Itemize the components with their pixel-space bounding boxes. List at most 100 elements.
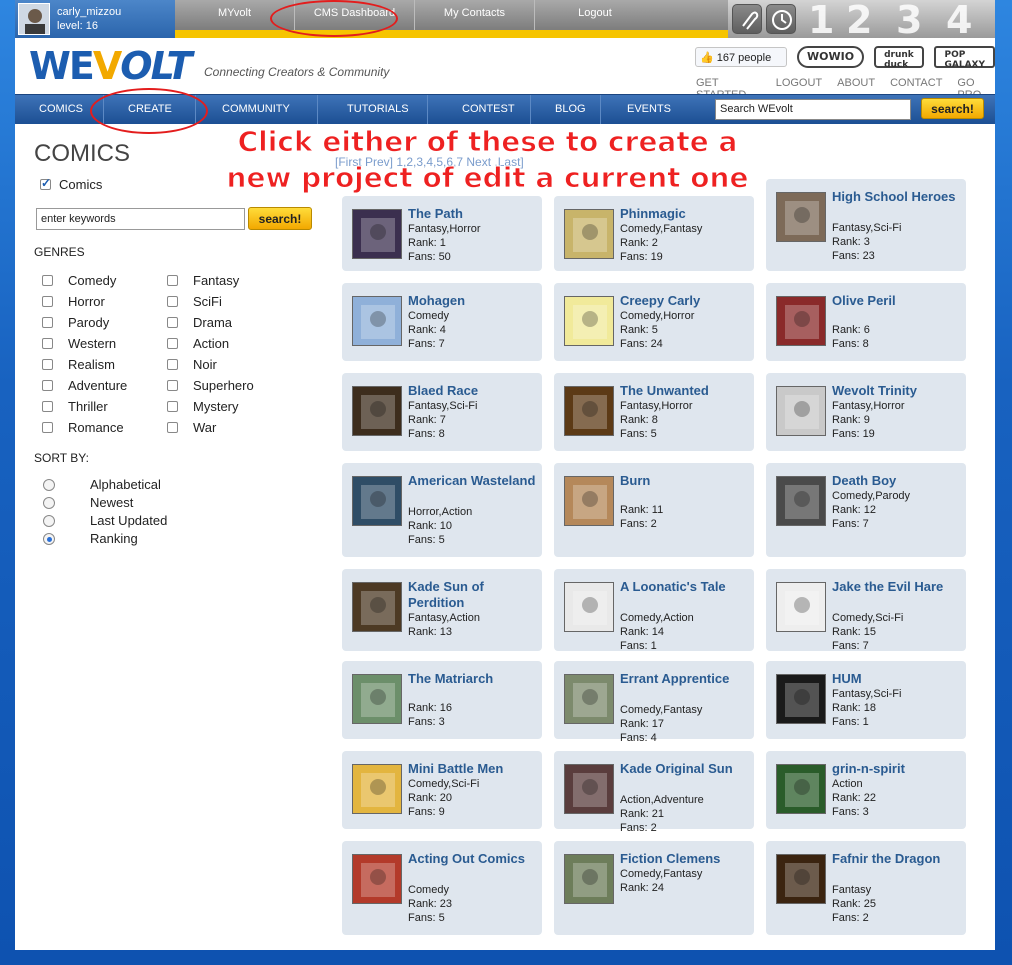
attach-icon[interactable]: [732, 4, 762, 34]
nav-contest[interactable]: CONTEST: [462, 103, 515, 115]
comic-title[interactable]: Fafnir the Dragon: [832, 851, 960, 867]
comic-thumbnail[interactable]: [352, 296, 402, 346]
genre-checkbox[interactable]: [42, 275, 53, 286]
comic-card[interactable]: Burn Rank: 11 Fans: 2: [554, 463, 754, 557]
comic-card[interactable]: Fafnir the Dragon Fantasy Rank: 25 Fans:…: [766, 841, 966, 935]
comic-title[interactable]: Fiction Clemens: [620, 851, 748, 867]
comic-title[interactable]: Creepy Carly: [620, 293, 748, 309]
comic-title[interactable]: The Matriarch: [408, 671, 536, 687]
comic-thumbnail[interactable]: [352, 674, 402, 724]
comic-title[interactable]: Acting Out Comics: [408, 851, 536, 867]
quick-slot-1[interactable]: 1: [808, 0, 834, 42]
comic-title[interactable]: Jake the Evil Hare: [832, 579, 960, 595]
comic-title[interactable]: grin-n-spirit: [832, 761, 960, 777]
partner-drunkduck[interactable]: drunk duck: [874, 46, 925, 70]
comic-thumbnail[interactable]: [352, 854, 402, 904]
comic-card[interactable]: The Matriarch Rank: 16 Fans: 3: [342, 661, 542, 739]
comic-title[interactable]: Phinmagic: [620, 206, 748, 222]
genre-checkbox[interactable]: [42, 422, 53, 433]
comic-thumbnail[interactable]: [352, 582, 402, 632]
top-nav-logout[interactable]: Logout: [535, 0, 655, 30]
nav-tutorials[interactable]: TUTORIALS: [347, 103, 409, 115]
comic-title[interactable]: Mini Battle Men: [408, 761, 536, 777]
comic-thumbnail[interactable]: [564, 476, 614, 526]
nav-events[interactable]: EVENTS: [627, 103, 671, 115]
genre-checkbox[interactable]: [167, 422, 178, 433]
comic-title[interactable]: Burn: [620, 473, 748, 489]
comic-thumbnail[interactable]: [352, 209, 402, 259]
quick-slot-2[interactable]: 2: [846, 0, 872, 42]
comic-card[interactable]: Creepy Carly Comedy,Horror Rank: 5 Fans:…: [554, 283, 754, 361]
comic-title[interactable]: American Wasteland: [408, 473, 536, 489]
comic-title[interactable]: A Loonatic's Tale: [620, 579, 748, 595]
comic-card[interactable]: Fiction Clemens Comedy,Fantasy Rank: 24: [554, 841, 754, 935]
comic-card[interactable]: Kade Sun of Perdition Fantasy,Action Ran…: [342, 569, 542, 651]
comic-thumbnail[interactable]: [352, 476, 402, 526]
comic-thumbnail[interactable]: [776, 674, 826, 724]
comic-card[interactable]: Mini Battle Men Comedy,Sci-Fi Rank: 20 F…: [342, 751, 542, 829]
comic-thumbnail[interactable]: [564, 854, 614, 904]
comic-thumbnail[interactable]: [776, 386, 826, 436]
sort-radio[interactable]: [43, 479, 55, 491]
comic-title[interactable]: Errant Apprentice: [620, 671, 748, 687]
genre-checkbox[interactable]: [42, 359, 53, 370]
comic-thumbnail[interactable]: [564, 582, 614, 632]
partner-wowio[interactable]: WOWIO: [797, 46, 865, 68]
quick-slot-4[interactable]: 4: [946, 0, 972, 42]
comics-checkbox[interactable]: [40, 176, 51, 190]
comic-title[interactable]: High School Heroes: [832, 189, 960, 205]
wevolt-logo[interactable]: WEVOLT: [29, 44, 192, 88]
genre-checkbox[interactable]: [167, 401, 178, 412]
comic-thumbnail[interactable]: [776, 854, 826, 904]
comic-card[interactable]: Blaed Race Fantasy,Sci-Fi Rank: 7 Fans: …: [342, 373, 542, 451]
comic-card[interactable]: Olive Peril Rank: 6 Fans: 8: [766, 283, 966, 361]
comic-title[interactable]: Blaed Race: [408, 383, 536, 399]
comic-title[interactable]: Death Boy: [832, 473, 960, 489]
comic-card[interactable]: Phinmagic Comedy,Fantasy Rank: 2 Fans: 1…: [554, 196, 754, 271]
comic-card[interactable]: Mohagen Comedy Rank: 4 Fans: 7: [342, 283, 542, 361]
site-search-button[interactable]: search!: [921, 98, 984, 119]
comic-thumbnail[interactable]: [564, 764, 614, 814]
comic-card[interactable]: HUM Fantasy,Sci-Fi Rank: 18 Fans: 1: [766, 661, 966, 739]
site-search-input[interactable]: Search WEvolt: [715, 99, 911, 120]
comic-thumbnail[interactable]: [564, 209, 614, 259]
genre-checkbox[interactable]: [42, 296, 53, 307]
comic-thumbnail[interactable]: [564, 674, 614, 724]
top-nav-my-contacts[interactable]: My Contacts: [415, 0, 535, 30]
comic-title[interactable]: Kade Original Sun: [620, 761, 748, 777]
genre-checkbox[interactable]: [42, 338, 53, 349]
comic-card[interactable]: Jake the Evil Hare Comedy,Sci-Fi Rank: 1…: [766, 569, 966, 652]
nav-comics[interactable]: COMICS: [39, 103, 83, 115]
history-icon[interactable]: [766, 4, 796, 34]
comic-title[interactable]: The Unwanted: [620, 383, 748, 399]
comic-thumbnail[interactable]: [776, 476, 826, 526]
comic-card[interactable]: A Loonatic's Tale Comedy,Action Rank: 14…: [554, 569, 754, 652]
comic-card[interactable]: High School Heroes Fantasy,Sci-Fi Rank: …: [766, 179, 966, 271]
comic-thumbnail[interactable]: [352, 764, 402, 814]
nav-blog[interactable]: BLOG: [555, 103, 586, 115]
genre-checkbox[interactable]: [167, 317, 178, 328]
genre-checkbox[interactable]: [167, 359, 178, 370]
genre-checkbox[interactable]: [167, 338, 178, 349]
comic-title[interactable]: Wevolt Trinity: [832, 383, 960, 399]
comic-thumbnail[interactable]: [776, 296, 826, 346]
comic-card[interactable]: American Wasteland Horror,Action Rank: 1…: [342, 463, 542, 557]
genre-checkbox[interactable]: [167, 275, 178, 286]
genre-checkbox[interactable]: [167, 296, 178, 307]
comic-thumbnail[interactable]: [776, 764, 826, 814]
comic-title[interactable]: Mohagen: [408, 293, 536, 309]
username[interactable]: carly_mizzou: [57, 6, 121, 18]
sort-radio[interactable]: [43, 515, 55, 527]
comic-title[interactable]: HUM: [832, 671, 960, 687]
comic-title[interactable]: The Path: [408, 206, 536, 222]
comic-title[interactable]: Kade Sun of Perdition: [408, 579, 536, 611]
comic-thumbnail[interactable]: [776, 582, 826, 632]
comic-card[interactable]: Kade Original Sun Action,Adventure Rank:…: [554, 751, 754, 834]
sort-radio[interactable]: [43, 533, 55, 545]
comic-card[interactable]: grin-n-spirit Action Rank: 22 Fans: 3: [766, 751, 966, 829]
comic-thumbnail[interactable]: [776, 192, 826, 242]
comic-card[interactable]: The Path Fantasy,Horror Rank: 1 Fans: 50: [342, 196, 542, 271]
comic-title[interactable]: Olive Peril: [832, 293, 960, 309]
comic-card[interactable]: Acting Out Comics Comedy Rank: 23 Fans: …: [342, 841, 542, 935]
comic-card[interactable]: The Unwanted Fantasy,Horror Rank: 8 Fans…: [554, 373, 754, 451]
